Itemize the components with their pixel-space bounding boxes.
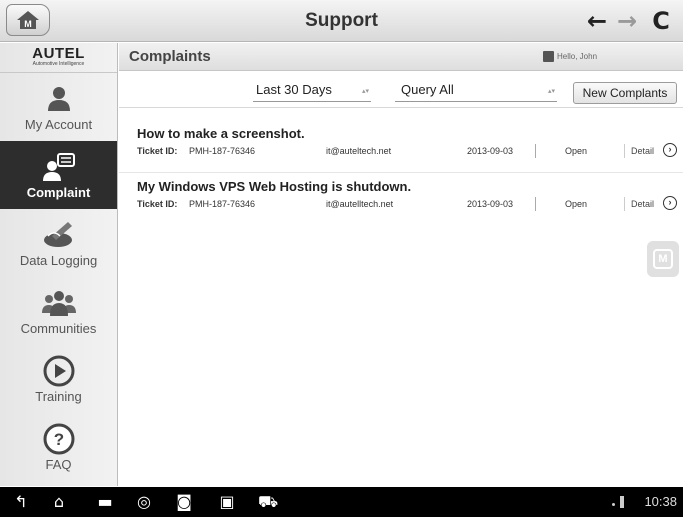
forward-arrow-icon[interactable]: →: [614, 8, 640, 34]
dropdown-caret-icon: ▴▾: [361, 88, 369, 95]
ticket-id-label: Ticket ID:: [137, 199, 178, 209]
sidebar-item-label: My Account: [24, 116, 93, 132]
complaint-date: 2013-09-03: [467, 146, 514, 156]
sidebar-item-training[interactable]: Training: [0, 345, 117, 413]
display-icon[interactable]: ▣: [218, 493, 236, 511]
refresh-icon[interactable]: C: [648, 8, 674, 34]
content-header: Complaints Hello, John: [119, 43, 683, 71]
page-title: Support: [305, 10, 378, 31]
chevron-right-icon[interactable]: ›: [663, 196, 677, 210]
complaint-icon: [41, 151, 77, 183]
back-icon[interactable]: ↰: [12, 493, 30, 511]
sidebar: AUTEL Automotive Intelligence My Account…: [0, 43, 118, 486]
detail-link[interactable]: Detail: [631, 146, 654, 156]
floating-m-icon: M: [653, 249, 673, 269]
complaint-email: it@auteltech.net: [326, 146, 392, 156]
clock: 10:38: [644, 494, 677, 509]
complaint-row[interactable]: How to make a screenshot. Ticket ID: PMH…: [119, 120, 683, 168]
home-icon[interactable]: ⌂: [50, 493, 68, 511]
detail-link[interactable]: Detail: [631, 199, 654, 209]
sidebar-item-label: Data Logging: [19, 252, 98, 268]
complaint-subject: My Windows VPS Web Hosting is shutdown.: [137, 179, 412, 194]
date-range-value: Last 30 Days: [256, 82, 332, 97]
filter-bar: Last 30 Days ▴▾ Query All ▴▾ New Complan…: [119, 72, 683, 108]
person-icon: [41, 83, 77, 115]
complaint-row[interactable]: My Windows VPS Web Hosting is shutdown. …: [119, 172, 683, 220]
recent-apps-icon[interactable]: ▬: [96, 493, 114, 511]
camera-icon[interactable]: ◙: [175, 493, 193, 511]
browser-icon[interactable]: ◎: [135, 493, 153, 511]
sidebar-item-complaint[interactable]: Complaint: [0, 141, 117, 209]
sidebar-item-communities[interactable]: Communities: [0, 277, 117, 345]
svg-text:?: ?: [53, 430, 63, 449]
top-bar: M Support ← → C: [0, 0, 683, 42]
sidebar-item-label: Training: [35, 388, 82, 404]
ticket-id: PMH-187-76346: [189, 146, 256, 156]
complaint-email: it@autelltech.net: [326, 199, 394, 209]
user-icon: [543, 51, 554, 62]
car-icon[interactable]: ⛟: [258, 493, 278, 511]
section-title: Complaints: [129, 48, 211, 65]
autel-logo: AUTEL Automotive Intelligence: [0, 43, 117, 73]
divider: [535, 197, 536, 211]
date-range-select[interactable]: Last 30 Days ▴▾: [253, 80, 371, 102]
system-navigation-bar: ↰ ⌂ ▬ ◎ ◙ ▣ ⛟ 10:38: [0, 487, 683, 517]
battery-icon: [620, 496, 624, 508]
data-logging-icon: [41, 219, 77, 251]
complaint-status: Open: [565, 146, 588, 156]
ticket-id-label: Ticket ID:: [137, 146, 178, 156]
sidebar-item-label: FAQ: [45, 456, 72, 472]
sidebar-item-faq[interactable]: ? FAQ: [0, 413, 117, 481]
sidebar-item-data-logging[interactable]: Data Logging: [0, 209, 117, 277]
divider: [624, 197, 625, 211]
user-greeting: Hello, John: [557, 52, 598, 61]
chevron-right-icon[interactable]: ›: [663, 143, 677, 157]
sidebar-item-label: Complaint: [26, 184, 91, 200]
divider: [535, 144, 536, 158]
divider: [624, 144, 625, 158]
ticket-id: PMH-187-76346: [189, 199, 256, 209]
logo-tagline: Automotive Intelligence: [32, 61, 85, 67]
play-icon: [41, 355, 77, 387]
communities-icon: [41, 287, 77, 319]
question-icon: ?: [41, 423, 77, 455]
floating-menu-button[interactable]: M: [647, 241, 679, 277]
new-complaint-button[interactable]: New Complants: [573, 82, 677, 104]
complaint-subject: How to make a screenshot.: [137, 126, 305, 141]
logo-text: AUTEL: [32, 45, 85, 62]
complaint-status: Open: [565, 199, 588, 209]
sidebar-item-my-account[interactable]: My Account: [0, 73, 117, 141]
dropdown-caret-icon: ▴▾: [547, 88, 555, 95]
notification-dot-icon: [612, 503, 615, 506]
query-value: Query All: [401, 82, 454, 97]
query-select[interactable]: Query All ▴▾: [395, 80, 557, 102]
sidebar-item-label: Communities: [20, 320, 97, 336]
back-arrow-icon[interactable]: ←: [584, 8, 610, 34]
complaint-date: 2013-09-03: [467, 199, 514, 209]
